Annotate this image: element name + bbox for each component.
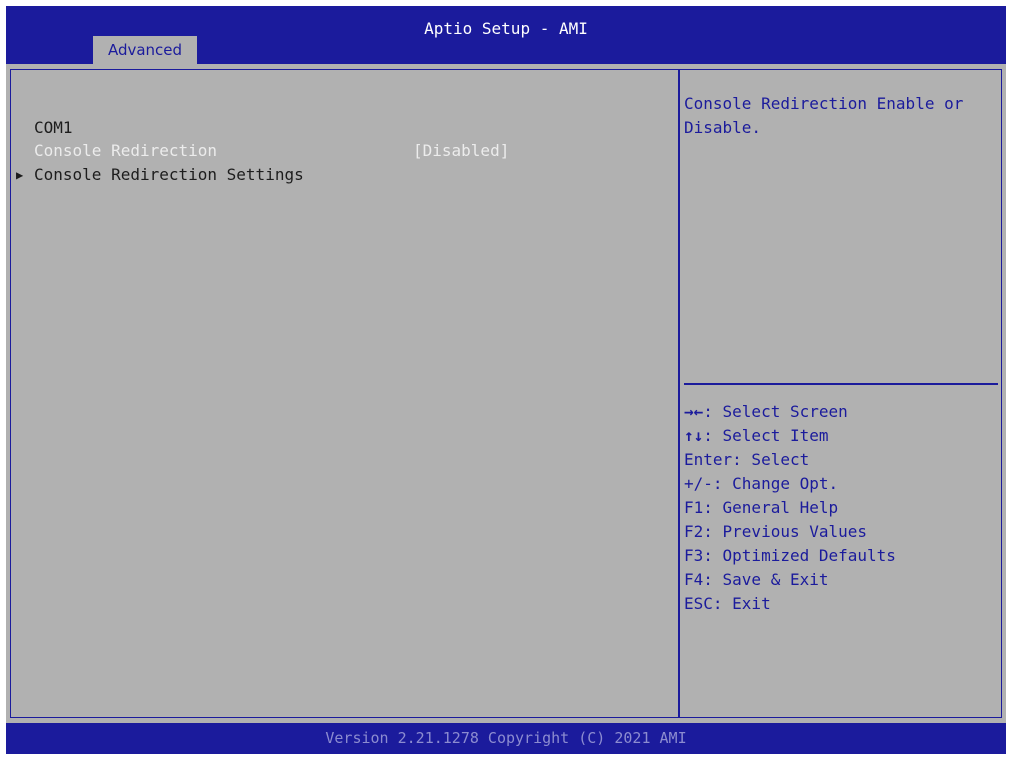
footer-bar: Version 2.21.1278 Copyright (C) 2021 AMI [6,723,1006,754]
key-legend: →←: Select Screen ↑↓: Select Item Enter:… [684,400,998,616]
up-down-arrows-icon: ↑↓ [684,426,704,445]
bios-screen: Aptio Setup - AMI Advanced COM1 Console … [6,6,1006,754]
version-text: Version 2.21.1278 Copyright (C) 2021 AMI [325,729,687,747]
key-hint: F2: Previous Values [684,522,868,541]
title-bar: Aptio Setup - AMI Advanced [6,6,1006,64]
console-redirection-value[interactable]: [Disabled] [413,141,509,161]
key-hint-text: : Select Screen [703,402,848,421]
main-panel: COM1 Console Redirection [Disabled] ▶ Co… [11,70,678,717]
help-divider [684,383,998,385]
key-hint: +/-: Change Opt. [684,474,839,493]
help-panel: Console Redirection Enable or Disable. →… [680,70,1001,717]
help-description: Console Redirection Enable or Disable. [684,94,964,137]
key-hint: F4: Save & Exit [684,570,829,589]
key-hint: →←: Select Screen [684,400,998,424]
key-hint-text: : Select Item [703,426,829,445]
key-hint: ESC: Exit [684,594,771,613]
key-hint: Enter: Select [684,450,810,469]
key-hint: ↑↓: Select Item [684,424,998,448]
console-redirection-settings-label: Console Redirection Settings [34,165,304,184]
triangle-right-icon: ▶ [16,168,24,182]
tab-advanced[interactable]: Advanced [93,36,197,64]
console-redirection-settings-submenu[interactable]: ▶ Console Redirection Settings [16,165,656,185]
section-heading: COM1 [34,118,73,137]
key-hint: F3: Optimized Defaults [684,546,896,565]
left-right-arrows-icon: →← [684,402,704,421]
key-hint: F1: General Help [684,498,839,517]
console-redirection-label: Console Redirection [34,141,218,160]
console-redirection-option[interactable]: Console Redirection [Disabled] [34,141,654,161]
content-frame: COM1 Console Redirection [Disabled] ▶ Co… [10,69,1002,718]
